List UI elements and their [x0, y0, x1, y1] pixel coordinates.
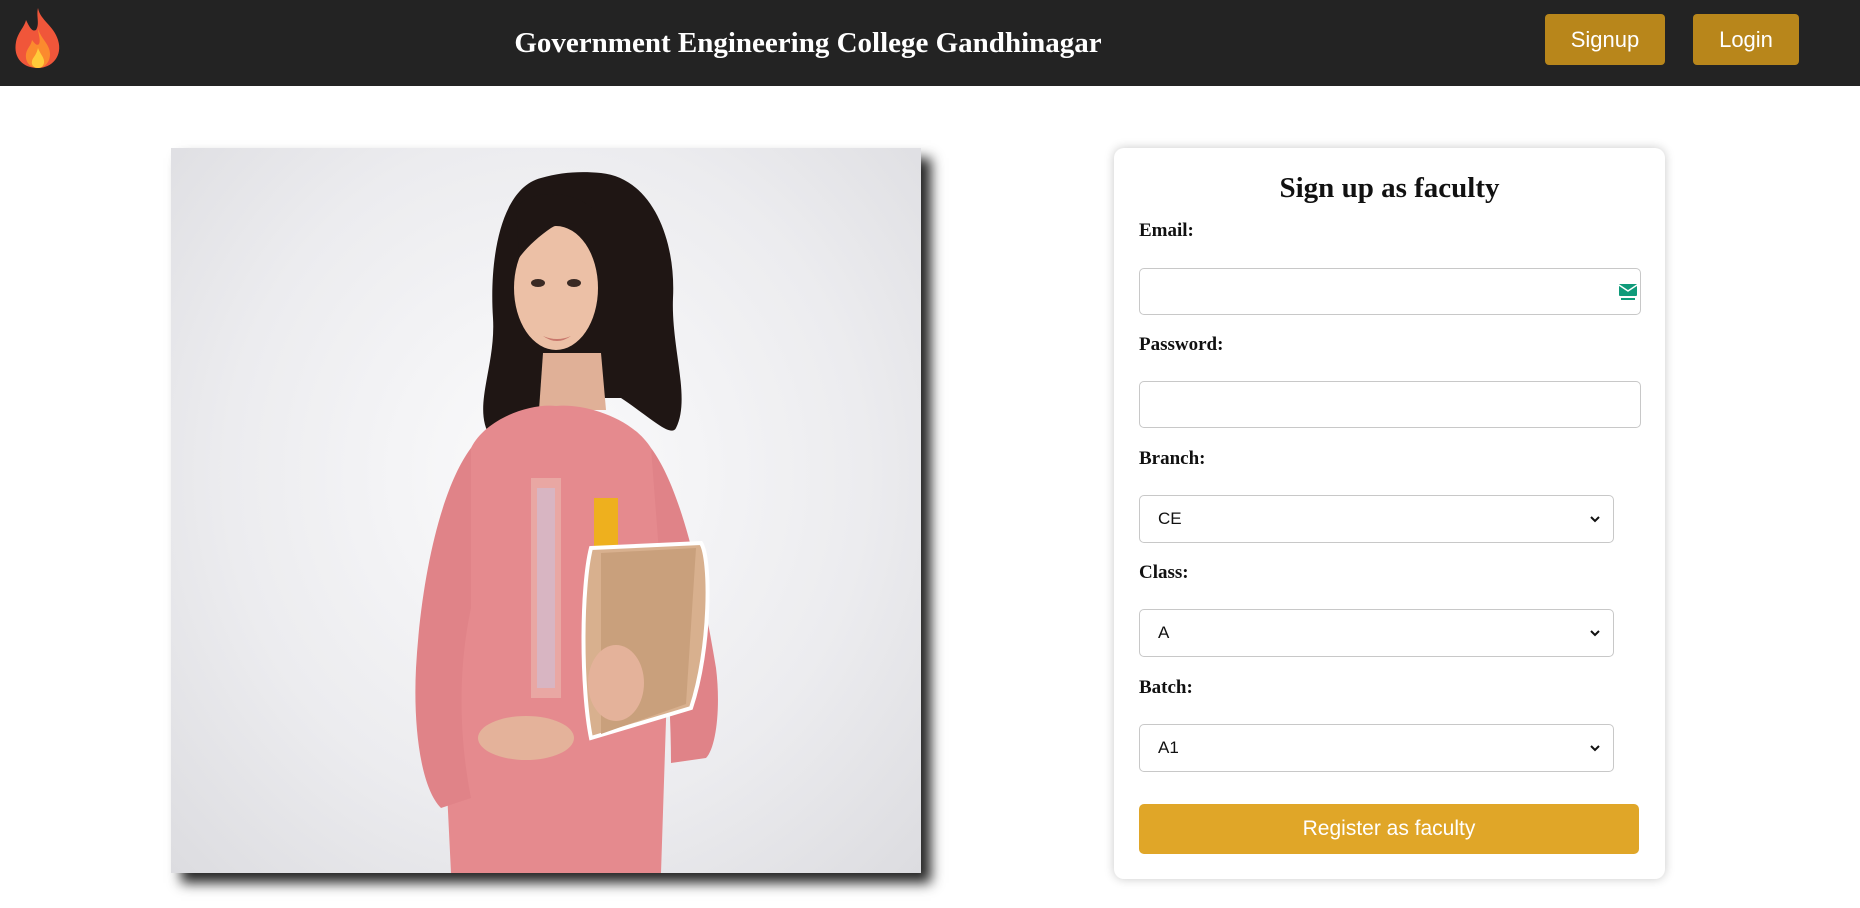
signup-button[interactable]: Signup: [1545, 14, 1665, 65]
signup-card: Sign up as faculty Email: Password: Bran…: [1114, 148, 1665, 879]
password-field[interactable]: [1139, 381, 1641, 428]
branch-value: CE: [1158, 509, 1182, 528]
mail-icon[interactable]: [1618, 283, 1638, 301]
chevron-down-icon: [1590, 745, 1600, 752]
batch-value: A1: [1158, 738, 1179, 757]
batch-label: Batch:: [1139, 677, 1193, 698]
password-label: Password:: [1139, 334, 1224, 355]
email-label: Email:: [1139, 220, 1194, 241]
register-button[interactable]: Register as faculty: [1139, 804, 1639, 854]
branch-label: Branch:: [1139, 448, 1206, 469]
batch-select[interactable]: A1: [1139, 724, 1614, 772]
chevron-down-icon: [1590, 516, 1600, 523]
form-title: Sign up as faculty: [1279, 172, 1500, 204]
top-navbar: Government Engineering College Gandhinag…: [0, 0, 1860, 86]
class-select[interactable]: A: [1139, 609, 1614, 657]
class-label: Class:: [1139, 562, 1189, 583]
faculty-photo: [171, 148, 921, 873]
login-button[interactable]: Login: [1693, 14, 1799, 65]
class-value: A: [1158, 623, 1170, 642]
page-title: Government Engineering College Gandhinag…: [514, 26, 1102, 59]
email-field[interactable]: [1139, 268, 1641, 315]
chevron-down-icon: [1590, 630, 1600, 637]
faculty-illustration: [415, 172, 718, 873]
branch-select[interactable]: CE: [1139, 495, 1614, 543]
